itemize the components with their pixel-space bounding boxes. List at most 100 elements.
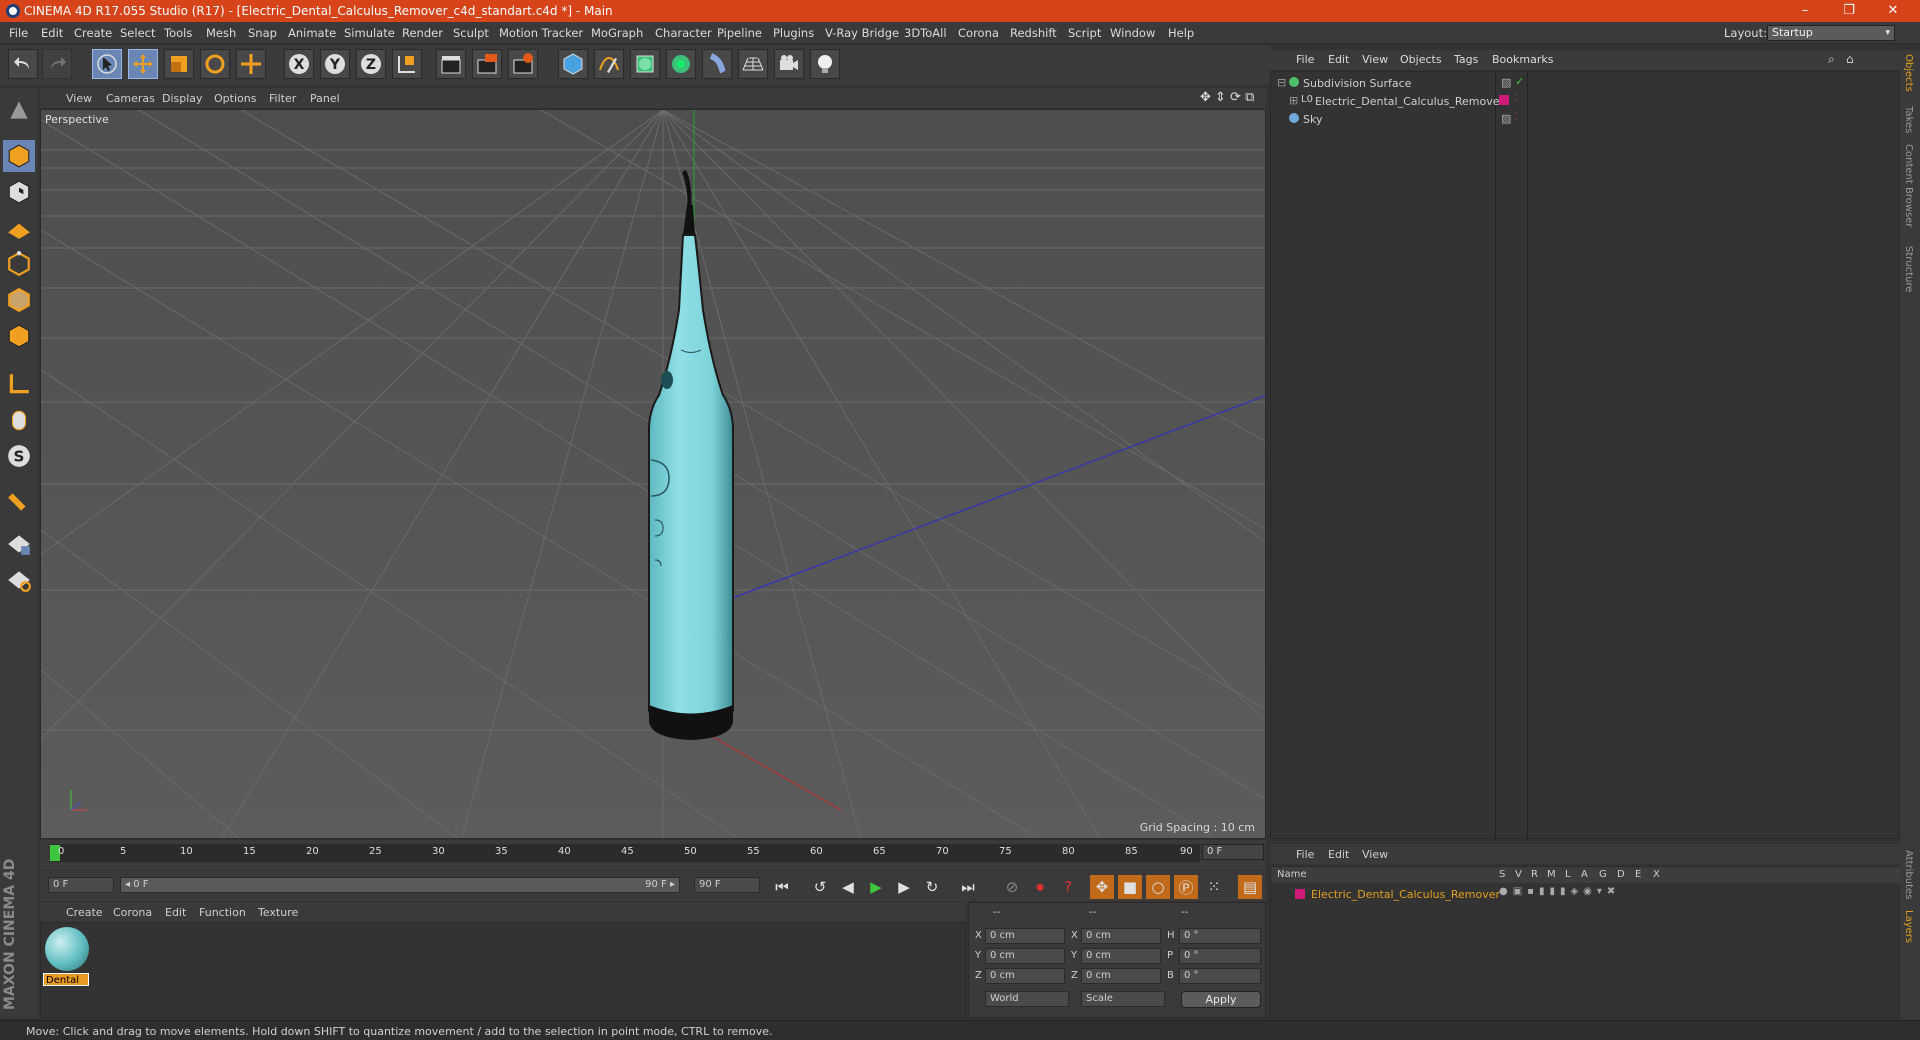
apply-button[interactable]: Apply [1181,991,1261,1008]
layer-toggle-icons[interactable]: ●▣▪▮▮▮◈◉▾✖ [1499,886,1620,897]
menu-mograph[interactable]: MoGraph [591,26,643,40]
coordinate-system-button[interactable] [392,49,422,79]
light-object-button[interactable] [810,49,840,79]
menu-snap[interactable]: Snap [248,26,277,40]
col-locked[interactable]: L [1565,869,1571,880]
play-button[interactable]: ▶ [864,875,888,899]
tab-structure[interactable]: Structure [1903,246,1914,293]
timeline-ruler[interactable]: 0 5 10 15 20 25 30 35 40 45 50 55 60 65 … [50,844,1200,862]
menu-motion-tracker[interactable]: Motion Tracker [499,26,583,40]
menu-script[interactable]: Script [1068,26,1101,40]
tweak-mode-button[interactable] [3,404,35,436]
magnet-snap-button[interactable] [3,486,35,518]
object-menu-objects[interactable]: Objects [1400,53,1442,66]
menu-corona[interactable]: Corona [958,26,999,40]
layer-color-swatch[interactable] [1499,95,1509,105]
size-z-field[interactable]: 0 cm [1081,968,1161,984]
layout-dropdown[interactable]: Startup ▾ [1767,25,1895,41]
menu-sculpt[interactable]: Sculpt [453,26,489,40]
layer-row[interactable]: Electric_Dental_Calculus_Remover ●▣▪▮▮▮◈… [1271,885,1901,903]
go-to-start-button[interactable]: ⏮ [770,875,794,899]
polygons-mode-button[interactable] [3,320,35,352]
menu-file[interactable]: File [9,26,28,40]
col-view[interactable]: V [1515,869,1522,880]
menu-mesh[interactable]: Mesh [206,26,236,40]
parameter-key-button[interactable]: Ⓟ [1174,875,1198,899]
axis-mode-button[interactable] [3,368,35,400]
rotation-key-button[interactable]: ○ [1146,875,1170,899]
object-menu-bookmarks[interactable]: Bookmarks [1492,53,1553,66]
edges-mode-button[interactable] [3,284,35,316]
transform-mode-dropdown[interactable]: Scale [1081,991,1165,1007]
menu-simulate[interactable]: Simulate [344,26,395,40]
end-frame-field[interactable]: 90 F [694,877,760,893]
menu-pipeline[interactable]: Pipeline [717,26,762,40]
object-menu-tags[interactable]: Tags [1454,53,1478,66]
next-key-button[interactable]: ↻ [920,875,944,899]
size-y-field[interactable]: 0 cm [1081,948,1161,964]
workplane-mode-button[interactable] [3,212,35,244]
material-menu-texture[interactable]: Texture [258,906,298,919]
next-frame-button[interactable]: ▶ [892,875,916,899]
menu-plugins[interactable]: Plugins [773,26,814,40]
move-tool-button[interactable] [128,49,158,79]
render-picture-viewer-button[interactable] [472,49,502,79]
visibility-check-icon[interactable]: ✓ [1515,75,1524,88]
col-deformers[interactable]: D [1617,869,1625,880]
object-menu-file[interactable]: File [1296,53,1314,66]
search-icon[interactable]: ⌕ [1828,52,1835,67]
go-to-end-button[interactable]: ⏭ [956,875,980,899]
material-menu-function[interactable]: Function [199,906,246,919]
col-name[interactable]: Name [1277,869,1307,880]
render-view-button[interactable] [436,49,466,79]
menu-tools[interactable]: Tools [164,26,192,40]
layer-menu-file[interactable]: File [1296,848,1314,861]
menu-render[interactable]: Render [402,26,443,40]
col-xref[interactable]: X [1653,869,1660,880]
object-row-sky[interactable]: Sky ▨ ⁚ [1271,110,1901,128]
viewport-menu-filter[interactable]: Filter [269,92,296,105]
model-mode-button[interactable] [3,140,35,172]
size-x-field[interactable]: 0 cm [1081,928,1161,944]
minimize-button[interactable]: – [1784,0,1826,22]
texture-mode-button[interactable] [3,176,35,208]
x-axis-lock-button[interactable]: X [284,49,314,79]
workplane-lock-button[interactable] [3,528,35,560]
menu-vray-bridge[interactable]: V-Ray Bridge [825,26,899,40]
tab-objects[interactable]: Objects [1903,54,1914,92]
viewport-menu-panel[interactable]: Panel [310,92,340,105]
live-selection-button[interactable] [92,49,122,79]
tab-takes[interactable]: Takes [1903,106,1914,133]
keyframe-selection-button[interactable]: ? [1056,875,1080,899]
viewport-nav-icons[interactable]: ✥ ⇕ ⟳ ⧉ [1200,90,1254,105]
home-icon[interactable]: ⌂ [1846,52,1854,66]
menu-help[interactable]: Help [1168,26,1194,40]
scale-key-button[interactable]: ■ [1118,875,1142,899]
camera-object-button[interactable] [774,49,804,79]
menu-redshift[interactable]: Redshift [1010,26,1057,40]
timeline-window-button[interactable]: ▤ [1238,875,1262,899]
col-solo[interactable]: S [1499,869,1505,880]
rot-p-field[interactable]: 0 ° [1179,948,1261,964]
restore-button[interactable]: ❐ [1828,0,1870,22]
current-frame-field[interactable]: 0 F [1202,844,1264,860]
undo-button[interactable] [8,49,38,79]
material-dental[interactable]: Dental [41,923,93,989]
expand-icon[interactable]: ⊞ [1289,94,1298,107]
layer-tag-icon[interactable]: ▨ [1501,112,1511,125]
viewport-menu-display[interactable]: Display [162,92,203,105]
pos-z-field[interactable]: 0 cm [985,968,1065,984]
close-button[interactable]: ✕ [1872,0,1914,22]
3d-viewport[interactable]: Perspective Grid Spacing : 10 cm [40,109,1266,839]
menu-select[interactable]: Select [120,26,155,40]
spline-pen-button[interactable] [594,49,624,79]
layer-menu-edit[interactable]: Edit [1328,848,1349,861]
object-row-subdivision-surface[interactable]: ⊟ Subdivision Surface ▨ ✓ [1271,74,1901,92]
object-row-electric-dental-calculus-remover[interactable]: ⊞ L0 Electric_Dental_Calculus_Remover ⁚ [1271,92,1901,110]
make-editable-button[interactable] [3,94,35,126]
tab-attributes[interactable]: Attributes [1903,850,1914,899]
layer-color-swatch[interactable] [1295,889,1305,899]
rot-h-field[interactable]: 0 ° [1179,928,1261,944]
rotate-tool-button[interactable] [200,49,230,79]
redo-button[interactable] [42,49,72,79]
